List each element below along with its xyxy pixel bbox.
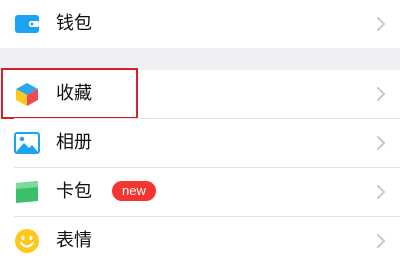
smiley-icon [14, 228, 40, 254]
menu-item-stickers-label: 表情 [56, 230, 92, 251]
menu-item-album-label: 相册 [56, 132, 92, 153]
photo-icon [14, 130, 40, 156]
menu-item-wallet-label: 钱包 [56, 13, 92, 34]
menu-item-wallet[interactable]: 钱包 [0, 0, 400, 48]
menu-item-album[interactable]: 相册 [0, 119, 400, 167]
menu-item-favorites-label: 收藏 [56, 83, 92, 104]
menu-item-stickers[interactable]: 表情 [0, 217, 400, 265]
section-separator [0, 48, 400, 70]
wallet-icon [14, 11, 40, 37]
menu-item-cards-label: 卡包 [56, 181, 92, 202]
card-icon [14, 179, 40, 205]
chevron-right-icon [376, 135, 386, 151]
chevron-right-icon [376, 86, 386, 102]
menu-item-favorites[interactable]: 收藏 [0, 70, 400, 118]
chevron-right-icon [376, 233, 386, 249]
chevron-right-icon [376, 184, 386, 200]
chevron-right-icon [376, 16, 386, 32]
new-badge: new [112, 181, 156, 201]
settings-list: 钱包 收藏 相册 卡包 new 表情 [0, 0, 400, 266]
menu-item-cards[interactable]: 卡包 new [0, 168, 400, 216]
cube-icon [14, 81, 40, 107]
